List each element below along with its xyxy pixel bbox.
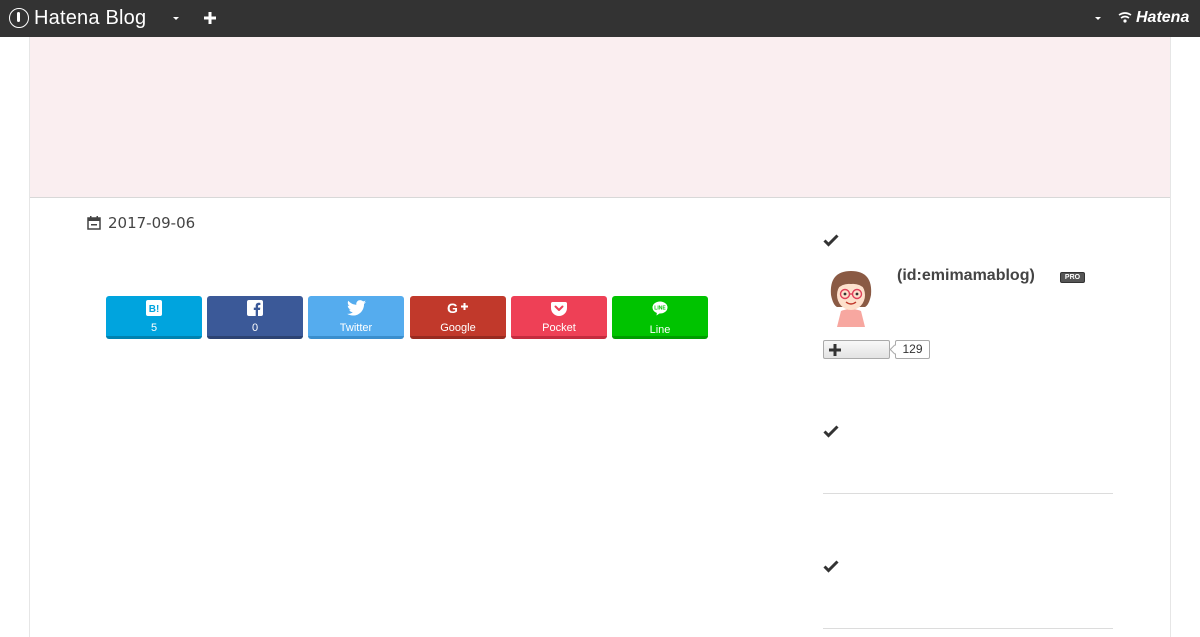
blog-header-banner [30,37,1170,198]
hatena-logo-text: Hatena [1136,9,1190,26]
check-icon [823,560,839,573]
svg-text:G: G [447,300,458,316]
sidebar-divider [823,493,1113,494]
follow-button[interactable] [823,340,890,359]
hatena-blog-logo[interactable]: Hatena Blog [9,6,146,30]
twitter-icon [346,300,366,316]
chevron-down-icon[interactable] [169,12,183,24]
google-plus-label: Google [440,322,476,334]
blog-container: 2017-09-06 B! 5 0 Twitter G Google Pocke… [29,37,1171,637]
profile-name[interactable]: (id:emimamablog) [897,267,1035,285]
twitter-label: Twitter [339,322,373,334]
hatena-bookmark-share-button[interactable]: B! 5 [106,296,202,339]
line-icon: LINE [652,301,668,315]
twitter-share-button[interactable]: Twitter [308,296,404,339]
pocket-share-button[interactable]: Pocket [511,296,607,339]
facebook-share-button[interactable]: 0 [207,296,303,339]
brand-title: Hatena Blog [34,6,147,29]
pocket-icon [551,301,567,316]
plus-icon [829,344,841,356]
calendar-icon [87,216,101,230]
hatena-bookmark-icon: B! [146,300,162,316]
line-share-button[interactable]: LINE Line [612,296,708,339]
google-plus-icon: G [447,300,468,316]
pocket-label: Pocket [542,322,576,334]
entry-date-text: 2017-09-06 [108,214,196,232]
line-label: Line [649,324,671,336]
sidebar-divider [823,628,1113,629]
add-post-button[interactable] [201,9,219,27]
hatena-blog-logo-icon [9,8,29,28]
svg-text:LINE: LINE [654,305,666,311]
global-header: Hatena Blog Hatena [0,0,1200,37]
facebook-count: 0 [251,322,259,334]
hatena-bookmark-count: 5 [150,322,158,334]
hatena-logo[interactable]: Hatena [1117,9,1189,27]
avatar[interactable] [823,265,879,327]
google-plus-share-button[interactable]: G Google [410,296,506,339]
follower-count[interactable]: 129 [895,340,930,359]
svg-text:B!: B! [149,304,160,315]
pro-badge: PRO [1060,272,1085,283]
hatena-mark-icon [1118,12,1132,23]
user-menu-chevron-icon[interactable] [1091,12,1105,24]
check-icon [823,425,839,438]
plus-icon [204,12,216,24]
check-icon [823,234,839,247]
entry-date[interactable]: 2017-09-06 [87,214,195,232]
facebook-icon [247,300,263,316]
